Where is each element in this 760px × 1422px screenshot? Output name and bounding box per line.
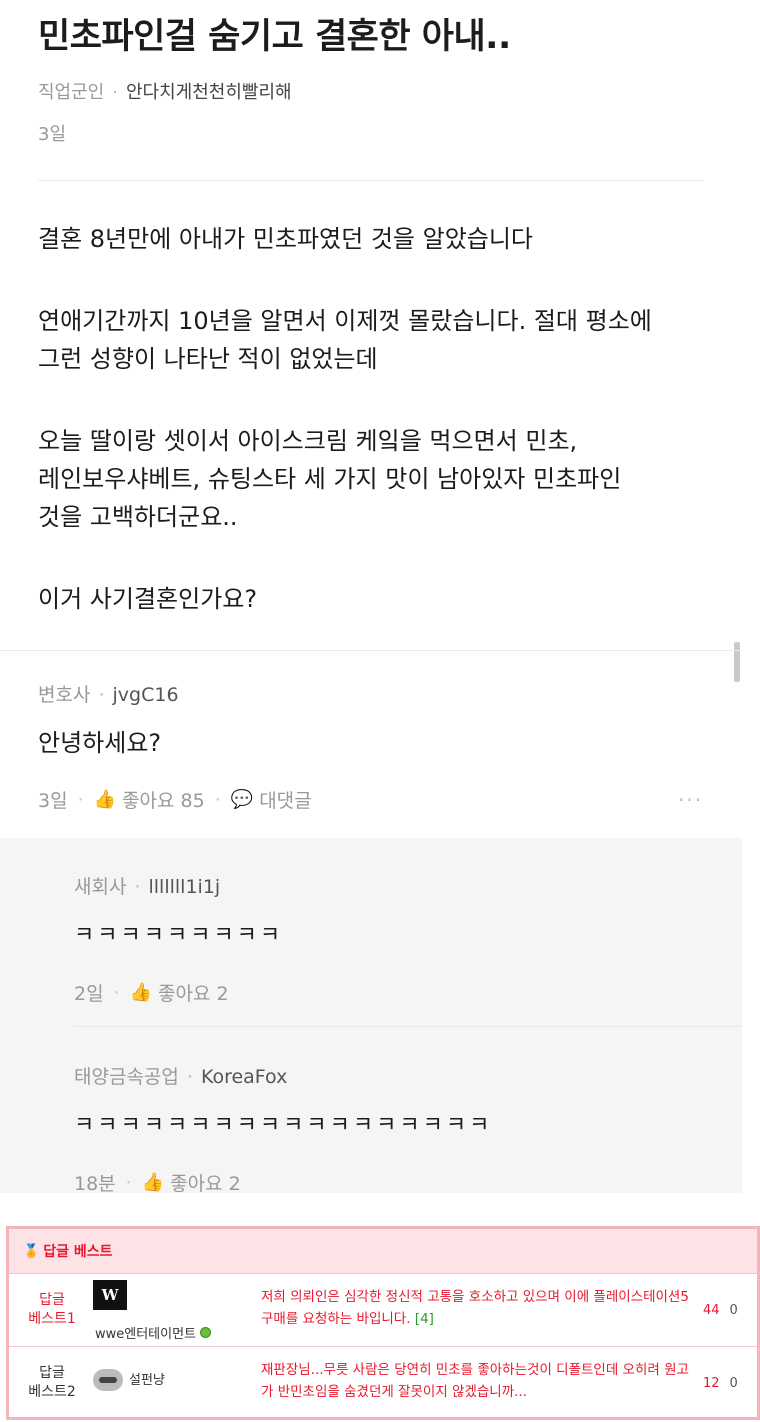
reply-button[interactable]: 💬 대댓글 (231, 786, 312, 813)
best-reply-text[interactable]: 재판장님...무릇 사람은 당연히 민초를 좋아하는것이 디폴트인데 오히려 원… (261, 1359, 701, 1403)
reply-author-name[interactable]: lllllll1i1j (149, 876, 221, 898)
downvote-count: 0 (729, 1375, 738, 1391)
best-replies-header: 🏅 답글 베스트 (9, 1229, 757, 1273)
rank-line: 답글 (39, 1292, 65, 1308)
comment-meta: 변호사 · jvgC16 (38, 680, 718, 707)
like-button[interactable]: 👍 좋아요 2 (142, 1169, 241, 1196)
reply-author-job: 새회사 (74, 876, 127, 898)
reply-actions: 2일 · 👍 좋아요 2 (74, 979, 714, 1006)
post-paragraph: 이거 사기결혼인가요? (38, 580, 718, 618)
meta-dot: · (112, 82, 118, 103)
reply-date: 18분 (74, 1173, 116, 1195)
like-label: 좋아요 2 (158, 983, 229, 1005)
meta-dot: · (98, 684, 105, 706)
user-name-text: wwe엔터테이먼트 (95, 1327, 197, 1342)
reply-meta: 태양금속공업 · KoreaFox (74, 1062, 714, 1089)
meta-dot: · (113, 981, 120, 1004)
upvote-count: 44 (703, 1302, 720, 1318)
scrollbar-thumb[interactable] (734, 642, 740, 682)
avatar (93, 1369, 123, 1391)
reply-author-job: 태양금속공업 (74, 1066, 179, 1088)
best-rank: 답글 베스트1 (13, 1274, 91, 1346)
line: 결혼 8년만에 아내가 민초파였던 것을 알았습니다 (38, 225, 534, 253)
post-date: 3일 (38, 124, 67, 145)
divider (74, 1026, 742, 1027)
comment-date: 3일 (38, 790, 68, 812)
downvote-count: 0 (729, 1302, 738, 1318)
like-label: 좋아요 2 (170, 1173, 241, 1195)
post-paragraph: 연애기간까지 10년을 알면서 이제껏 몰랐습니다. 절대 평소에그런 성향이 … (38, 302, 718, 378)
meta-dot: · (77, 788, 84, 811)
post-title: 민초파인걸 숨기고 결혼한 아내.. (38, 17, 511, 57)
thumbs-up-icon: 👍 (141, 1172, 165, 1193)
best-header-label: 답글 베스트 (43, 1244, 113, 1260)
reply-author-name[interactable]: KoreaFox (201, 1066, 287, 1088)
line: 오늘 딸이랑 셋이서 아이스크림 케잌을 먹으면서 민초, (38, 427, 578, 455)
line: 이거 사기결혼인가요? (38, 585, 258, 613)
speech-bubble-icon: 💬 (230, 789, 254, 810)
user-name: wwe엔터테이먼트 (95, 1323, 212, 1342)
reply-count: [4] (414, 1311, 434, 1327)
rank-line: 답글 (39, 1365, 65, 1381)
author-job: 직업군인 (38, 82, 105, 103)
reply-item: 태양금속공업 · KoreaFox ㅋㅋㅋㅋㅋㅋㅋㅋㅋㅋㅋㅋㅋㅋㅋㅋㅋㅋ 18분 ·… (74, 1062, 714, 1196)
line: 레인보우샤베트, 슈팅스타 세 가지 맛이 남아있자 민초파인 (38, 465, 622, 493)
avatar: W (93, 1280, 127, 1310)
post-paragraph: 결혼 8년만에 아내가 민초파였던 것을 알았습니다 (38, 220, 718, 258)
like-button[interactable]: 👍 좋아요 2 (130, 979, 229, 1006)
reply-item: 새회사 · lllllll1i1j ㅋㅋㅋㅋㅋㅋㅋㅋㅋ 2일 · 👍 좋아요 2 (74, 872, 714, 1006)
post-body: 결혼 8년만에 아내가 민초파였던 것을 알았습니다 연애기간까지 10년을 알… (38, 220, 718, 662)
comment-actions: 3일 · 👍 좋아요 85 · 💬 대댓글 (38, 786, 718, 813)
vote-score: 44 0 (703, 1274, 738, 1346)
divider (38, 180, 704, 181)
post: 민초파인걸 숨기고 결혼한 아내.. 직업군인 · 안다치게천천히빨리해 3일 결혼… (0, 0, 742, 650)
best-user[interactable]: W wwe엔터테이먼트 (93, 1274, 263, 1346)
line: 연애기간까지 10년을 알면서 이제껏 몰랐습니다. 절대 평소에 (38, 307, 652, 335)
reply-text: ㅋㅋㅋㅋㅋㅋㅋㅋㅋ (74, 923, 284, 948)
thumbs-up-icon: 👍 (129, 982, 153, 1003)
post-paragraph: 오늘 딸이랑 셋이서 아이스크림 케잌을 먹으면서 민초, 레인보우샤베트, 슈팅… (38, 422, 718, 536)
comment-text: 안녕하세요? (38, 729, 162, 757)
meta-dot: · (125, 1171, 132, 1194)
medal-icon: 🏅 (23, 1243, 40, 1259)
best-reply-row[interactable]: 답글 베스트1 W wwe엔터테이먼트 저희 의뢰인은 심각한 정신적 고통을 … (9, 1273, 757, 1346)
reply-list: 새회사 · lllllll1i1j ㅋㅋㅋㅋㅋㅋㅋㅋㅋ 2일 · 👍 좋아요 2 태… (0, 838, 742, 1196)
reply-date: 2일 (74, 983, 104, 1005)
reply-meta: 새회사 · lllllll1i1j (74, 872, 714, 899)
best-user[interactable]: 설펀냥 (93, 1347, 263, 1419)
user-name: 설펀냥 (129, 1373, 165, 1388)
comment-author-name[interactable]: jvgC16 (113, 684, 179, 706)
line: 그런 성향이 나타난 적이 없었는데 (38, 345, 378, 373)
more-options-button[interactable]: ... (678, 782, 703, 806)
meta-dot: · (186, 1066, 193, 1088)
thumbs-up-icon: 👍 (93, 789, 117, 810)
post-meta: 직업군인 · 안다치게천천히빨리해 (38, 78, 292, 104)
like-button[interactable]: 👍 좋아요 85 (94, 786, 205, 813)
rank-line: 베스트2 (28, 1384, 76, 1400)
author-name[interactable]: 안다치게천천히빨리해 (126, 82, 292, 103)
reply-actions: 18분 · 👍 좋아요 2 (74, 1169, 714, 1196)
online-status-icon (200, 1327, 212, 1338)
meta-dot: · (134, 876, 141, 898)
like-label: 좋아요 85 (122, 790, 205, 812)
rank-line: 베스트1 (28, 1311, 76, 1327)
reply-text: ㅋㅋㅋㅋㅋㅋㅋㅋㅋㅋㅋㅋㅋㅋㅋㅋㅋㅋ (74, 1113, 493, 1138)
best-text: 저희 의뢰인은 심각한 정신적 고통을 호소하고 있으며 이에 플레이스테이션5… (261, 1289, 689, 1327)
comment-author-job: 변호사 (38, 684, 91, 706)
best-reply-text[interactable]: 저희 의뢰인은 심각한 정신적 고통을 호소하고 있으며 이에 플레이스테이션5… (261, 1286, 701, 1330)
line: 것을 고백하더군요.. (38, 503, 238, 531)
best-rank: 답글 베스트2 (13, 1347, 91, 1419)
comment: 변호사 · jvgC16 안녕하세요? 3일 · 👍 좋아요 85 · 💬 대댓글 (38, 680, 718, 813)
divider (0, 650, 742, 651)
upvote-count: 12 (703, 1375, 720, 1391)
best-replies-box: 🏅 답글 베스트 답글 베스트1 W wwe엔터테이먼트 저희 의뢰인은 심각한… (6, 1226, 760, 1420)
meta-dot: · (214, 788, 221, 811)
reply-label: 대댓글 (259, 790, 312, 812)
best-reply-row[interactable]: 답글 베스트2 설펀냥 재판장님...무릇 사람은 당연히 민초를 좋아하는것이… (9, 1346, 757, 1419)
vote-score: 12 0 (703, 1347, 738, 1419)
